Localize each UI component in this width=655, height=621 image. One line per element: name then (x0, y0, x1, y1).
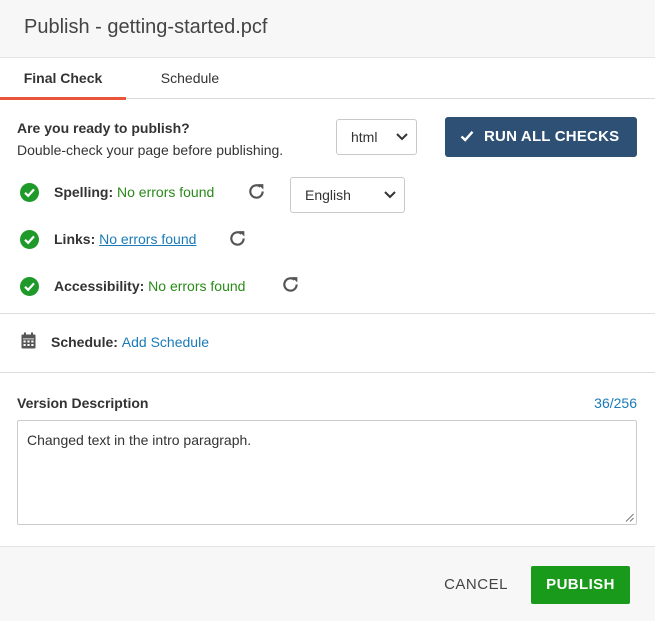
divider (0, 313, 655, 314)
spelling-status: No errors found (117, 184, 215, 200)
schedule-label: Schedule: Add Schedule (51, 334, 209, 350)
chevron-down-icon (396, 133, 408, 141)
tab-bar: Final Check Schedule (0, 58, 655, 100)
dialog-footer: CANCEL PUBLISH (0, 546, 655, 621)
tab-schedule[interactable]: Schedule (140, 58, 240, 99)
dialog-title: Publish - getting-started.pcf (24, 16, 268, 38)
accessibility-label: Accessibility: No errors found (54, 278, 246, 294)
check-circle-icon (20, 183, 39, 202)
cancel-button[interactable]: CANCEL (432, 567, 520, 603)
dialog-header: Publish - getting-started.pcf (0, 0, 655, 58)
run-all-checks-button[interactable]: RUN ALL CHECKS (445, 117, 637, 157)
tab-final-check[interactable]: Final Check (0, 58, 126, 100)
format-select-value: html (351, 129, 378, 145)
links-label: Links: No errors found (54, 231, 197, 247)
divider (0, 372, 655, 373)
check-row-spelling: Spelling: No errors found (17, 181, 277, 205)
chevron-down-icon (384, 191, 396, 199)
run-all-checks-label: RUN ALL CHECKS (484, 128, 620, 145)
format-select[interactable]: html (336, 119, 417, 155)
publish-button[interactable]: PUBLISH (531, 566, 630, 604)
version-description-input[interactable]: Changed text in the intro paragraph. (17, 420, 637, 525)
check-row-links: Links: No errors found (17, 228, 227, 252)
accessibility-status: No errors found (148, 278, 246, 294)
language-select[interactable]: English (290, 177, 405, 213)
links-status-link[interactable]: No errors found (99, 231, 196, 247)
ready-heading: Are you ready to publish? (17, 120, 190, 136)
resize-grip-icon[interactable] (625, 513, 634, 522)
check-icon (460, 131, 474, 142)
refresh-icon[interactable] (247, 182, 266, 201)
check-circle-icon (20, 277, 39, 296)
calendar-icon (21, 332, 36, 349)
character-count: 36/256 (594, 395, 637, 411)
check-row-accessibility: Accessibility: No errors found (17, 275, 279, 299)
refresh-icon[interactable] (281, 275, 300, 294)
refresh-icon[interactable] (228, 229, 247, 248)
check-circle-icon (20, 230, 39, 249)
language-select-value: English (305, 187, 351, 203)
version-description-label: Version Description (17, 395, 149, 411)
ready-subheading: Double-check your page before publishing… (17, 142, 284, 158)
add-schedule-link[interactable]: Add Schedule (122, 334, 209, 350)
spelling-label: Spelling: No errors found (54, 184, 215, 200)
